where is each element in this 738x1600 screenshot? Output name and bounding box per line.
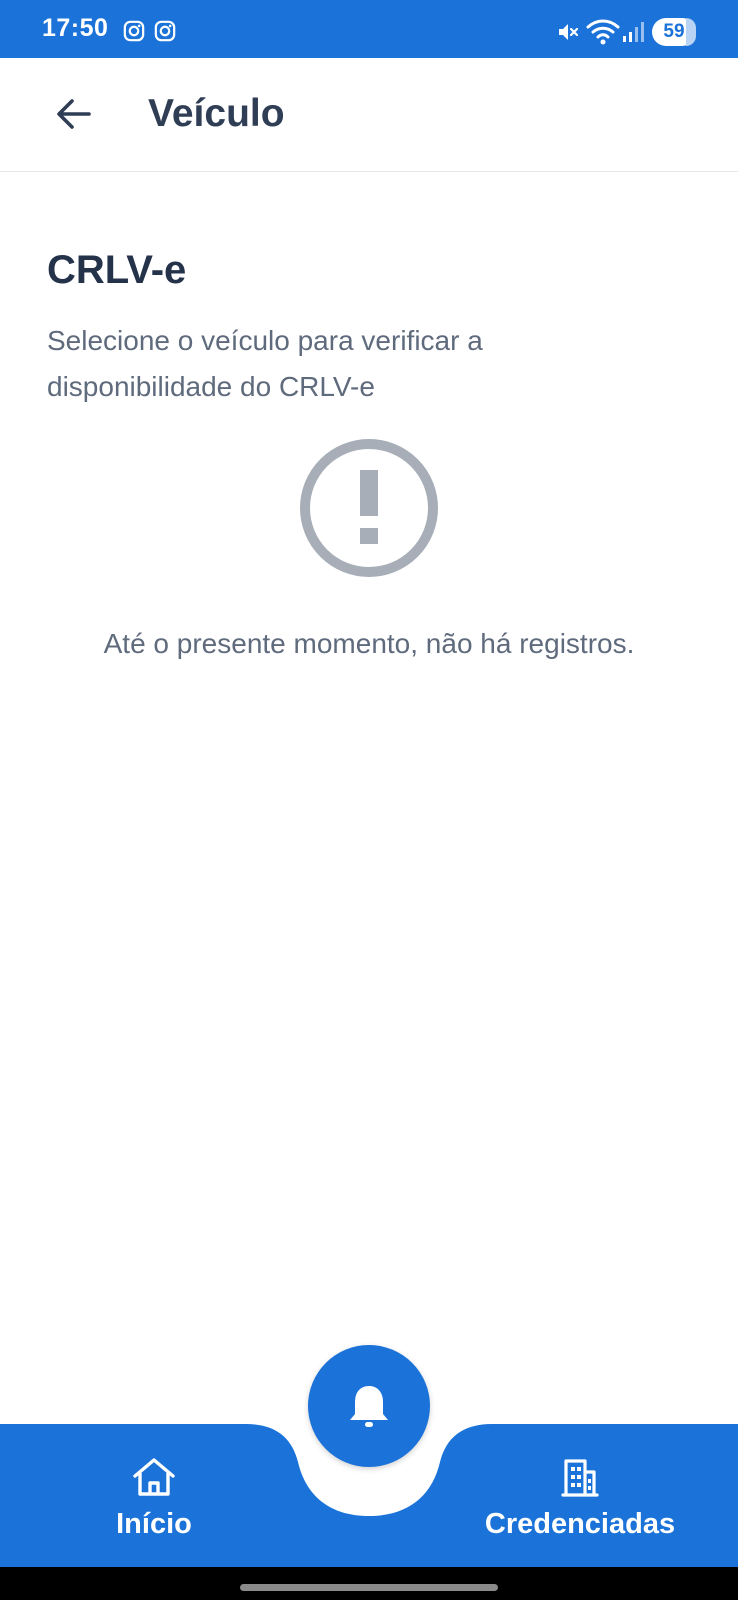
section-subtitle: Selecione o veículo para verificar a dis… bbox=[47, 325, 483, 402]
section-title: CRLV-e bbox=[47, 248, 187, 292]
nav-item-credenciadas[interactable]: Credenciadas bbox=[480, 1456, 680, 1556]
battery-level: 59 bbox=[663, 21, 685, 42]
app-bar: Veículo bbox=[0, 58, 738, 172]
nav-item-label: Início bbox=[116, 1508, 192, 1540]
wifi-icon bbox=[586, 19, 620, 45]
empty-state-message: Até o presente momento, não há registros… bbox=[103, 628, 635, 659]
page-title: Veículo bbox=[148, 92, 285, 135]
back-button[interactable] bbox=[48, 88, 100, 140]
nav-item-label: Credenciadas bbox=[484, 1508, 676, 1540]
exclamation-circle-icon bbox=[300, 439, 438, 577]
instagram-icon bbox=[123, 20, 145, 42]
nav-item-inicio[interactable]: Início bbox=[100, 1456, 208, 1556]
building-icon bbox=[561, 1459, 599, 1497]
mute-icon bbox=[559, 24, 579, 40]
arrow-left-icon bbox=[57, 99, 91, 129]
home-icon bbox=[133, 1458, 175, 1496]
battery-fill bbox=[686, 18, 696, 46]
gesture-handle[interactable] bbox=[240, 1584, 498, 1591]
status-bar: 17:50 59 bbox=[0, 0, 738, 58]
bell-icon bbox=[350, 1386, 388, 1427]
instagram-icon bbox=[154, 20, 176, 42]
battery-indicator: 59 bbox=[652, 18, 696, 46]
notifications-button[interactable] bbox=[308, 1345, 430, 1467]
status-time: 17:50 bbox=[42, 14, 109, 42]
signal-icon bbox=[623, 22, 644, 42]
